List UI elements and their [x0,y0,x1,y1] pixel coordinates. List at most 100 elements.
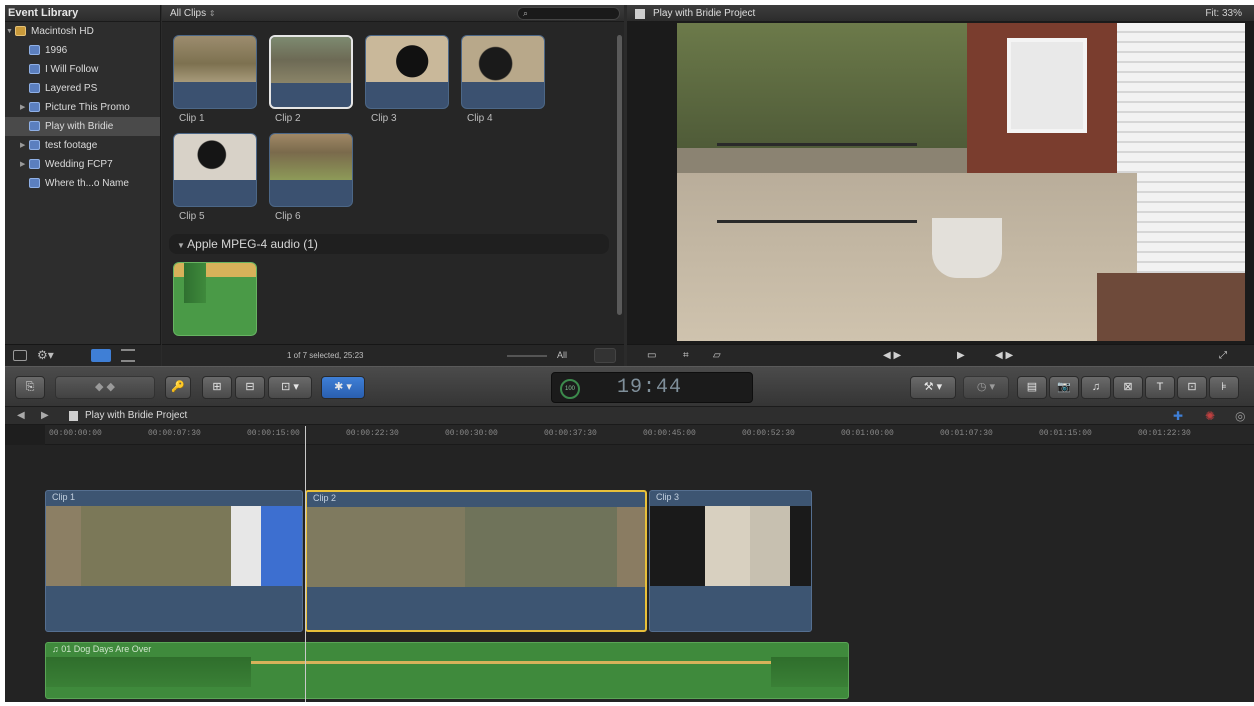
themes-browser-button[interactable]: ⊧ [1209,376,1239,399]
music-browser-button[interactable]: ♫ [1081,376,1111,399]
timecode-display: 19:44 [617,376,683,399]
waveform-toggle-icon[interactable] [594,348,616,363]
audio-section-header[interactable]: ▼ Apple MPEG-4 audio (1) [169,234,609,254]
skimming-icon[interactable]: ✺ [1205,407,1215,425]
browser-footer: 1 of 7 selected, 25:23 All [162,344,624,366]
background-tasks-indicator[interactable]: 100 [560,379,580,399]
audio-peak-line [251,661,771,664]
library-item[interactable]: Where th...o Name [5,174,160,193]
disclosure-triangle-icon[interactable]: ▼ [6,22,13,41]
crop-icon[interactable]: ▱ [713,350,721,361]
transform-icon[interactable]: ⌗ [683,350,689,361]
library-item[interactable]: Play with Bridie [5,117,160,136]
play-button[interactable]: ▶ [957,350,965,361]
filter-chevron-icon[interactable]: ⇕ [209,9,216,18]
timeline-playhead[interactable] [305,426,306,702]
disclosure-triangle-icon[interactable]: ▶ [20,98,25,117]
disclosure-triangle-icon[interactable]: ▼ [177,241,187,250]
window [1007,38,1087,133]
clip-thumbnail[interactable]: Clip 2 [269,35,353,124]
generators-browser-button[interactable]: ⊡ [1177,376,1207,399]
fullscreen-icon[interactable]: ⤢ [1219,350,1227,361]
viewer-panel: Play with Bridie Project Fit: 33% ▭ ⌗ ▱ … [627,5,1254,366]
clip-thumbnail[interactable]: Clip 6 [269,133,353,222]
viewer-display-icon[interactable]: ▭ [647,350,656,361]
dashboard-timecode[interactable]: 100 19:44 [551,372,753,403]
connect-clip-button[interactable]: ⊞ [202,376,232,399]
final-cut-pro-window: Event Library ▼ Macintosh HD 1996 I Will Fo… [5,5,1254,702]
browser-search-field[interactable]: ⌕ [517,7,620,20]
audio-clip-thumbnail[interactable] [173,262,257,336]
timeline-audio-clip[interactable]: ♫ 01 Dog Days Are Over [45,642,849,699]
timeline-video-clip[interactable]: Clip 1 [45,490,303,632]
event-library-panel: Event Library ▼ Macintosh HD 1996 I Will Fo… [5,5,161,344]
retime-button[interactable]: ◷ ▾ [963,376,1009,399]
browser-scrollbar[interactable] [617,35,622,315]
inspector-button[interactable]: ▤ [1017,376,1047,399]
ruler-tick-label: 00:00:45:00 [643,429,696,438]
audio-waveform [46,657,251,687]
duration-all-label[interactable]: All [557,350,567,360]
insert-clip-button[interactable]: ⊟ [235,376,265,399]
timeline-forward-icon[interactable]: ▶ [41,407,49,425]
event-library-title: Event Library [5,5,160,22]
clip-filter-select[interactable]: All Clips [170,8,206,19]
list-view-icon[interactable] [121,349,135,362]
solo-icon[interactable]: ◎ [1235,407,1245,425]
selection-status: 1 of 7 selected, 25:23 [287,351,364,360]
snapping-icon[interactable]: ✚ [1173,407,1183,425]
planter-urn [932,218,1002,278]
previous-edit-icon[interactable]: ◀ ▶ [883,350,901,361]
select-tool-button[interactable]: ✱ ▾ [321,376,365,399]
event-icon [29,159,40,169]
timeline-back-icon[interactable]: ◀ [17,407,25,425]
next-edit-icon[interactable]: ◀ ▶ [995,350,1013,361]
clip-thumbnail[interactable]: Clip 5 [173,133,257,222]
viewer-title: Play with Bridie Project [653,8,756,19]
clip-label: Clip 2 [275,113,301,124]
library-item-label: Macintosh HD [31,26,94,37]
disclosure-triangle-icon[interactable]: ▶ [20,136,25,155]
filmstrip-view-icon[interactable] [91,349,111,362]
event-icon [29,140,40,150]
disclosure-triangle-icon[interactable]: ▶ [20,155,25,174]
event-icon [29,64,40,74]
clip-1-image [174,36,256,82]
timeline-video-clip[interactable]: Clip 3 [649,490,812,632]
backyard-trees [677,23,967,148]
action-gear-icon[interactable]: ⚙▾ [37,348,54,362]
search-icon: ⌕ [523,8,529,18]
viewer-video-frame [677,23,1245,341]
append-clip-button[interactable]: ⊡ ▾ [268,376,312,399]
record-voiceover-button[interactable]: ◆ ◆ [55,376,155,399]
enhancements-button[interactable]: ⚒ ▾ [910,376,956,399]
timeline-video-clip[interactable]: Clip 2 [305,490,647,632]
library-item[interactable]: ▶ test footage [5,136,160,155]
audio-waveform-icon [184,263,206,303]
timeline-ruler[interactable]: 00:00:00:00 00:00:07:30 00:00:15:00 00:00:2… [45,425,1254,445]
ruler-tick-label: 00:00:00:00 [49,429,102,438]
viewer-zoom-fit[interactable]: Fit: 33% [1205,5,1242,22]
clip-thumbnail[interactable]: Clip 4 [461,35,545,124]
titles-browser-button[interactable]: T [1145,376,1175,399]
clip-thumbnail[interactable]: Clip 3 [365,35,449,124]
transitions-browser-button[interactable]: ⊠ [1113,376,1143,399]
photo-browser-button[interactable]: 📷 [1049,376,1079,399]
library-item[interactable]: ▶ Picture This Promo [5,98,160,117]
library-item[interactable]: ▼ Macintosh HD [5,22,160,41]
event-icon [29,178,40,188]
clip-5-image [174,134,256,180]
clip-thumbnail[interactable]: Clip 1 [173,35,257,124]
clip-label: Clip 5 [179,211,205,222]
zoom-slider[interactable] [507,355,547,357]
library-item[interactable]: Layered PS [5,79,160,98]
library-item[interactable]: ▶ Wedding FCP7 [5,155,160,174]
show-hide-library-icon[interactable] [13,350,27,361]
ruler-tick-label: 00:00:15:00 [247,429,300,438]
keyword-editor-button[interactable]: 🔑 [165,376,191,399]
library-item[interactable]: I Will Follow [5,60,160,79]
mulch-bed [1097,273,1245,341]
library-item[interactable]: 1996 [5,41,160,60]
clip-6-image [270,134,352,180]
import-media-button[interactable]: ⎘ [15,376,45,399]
